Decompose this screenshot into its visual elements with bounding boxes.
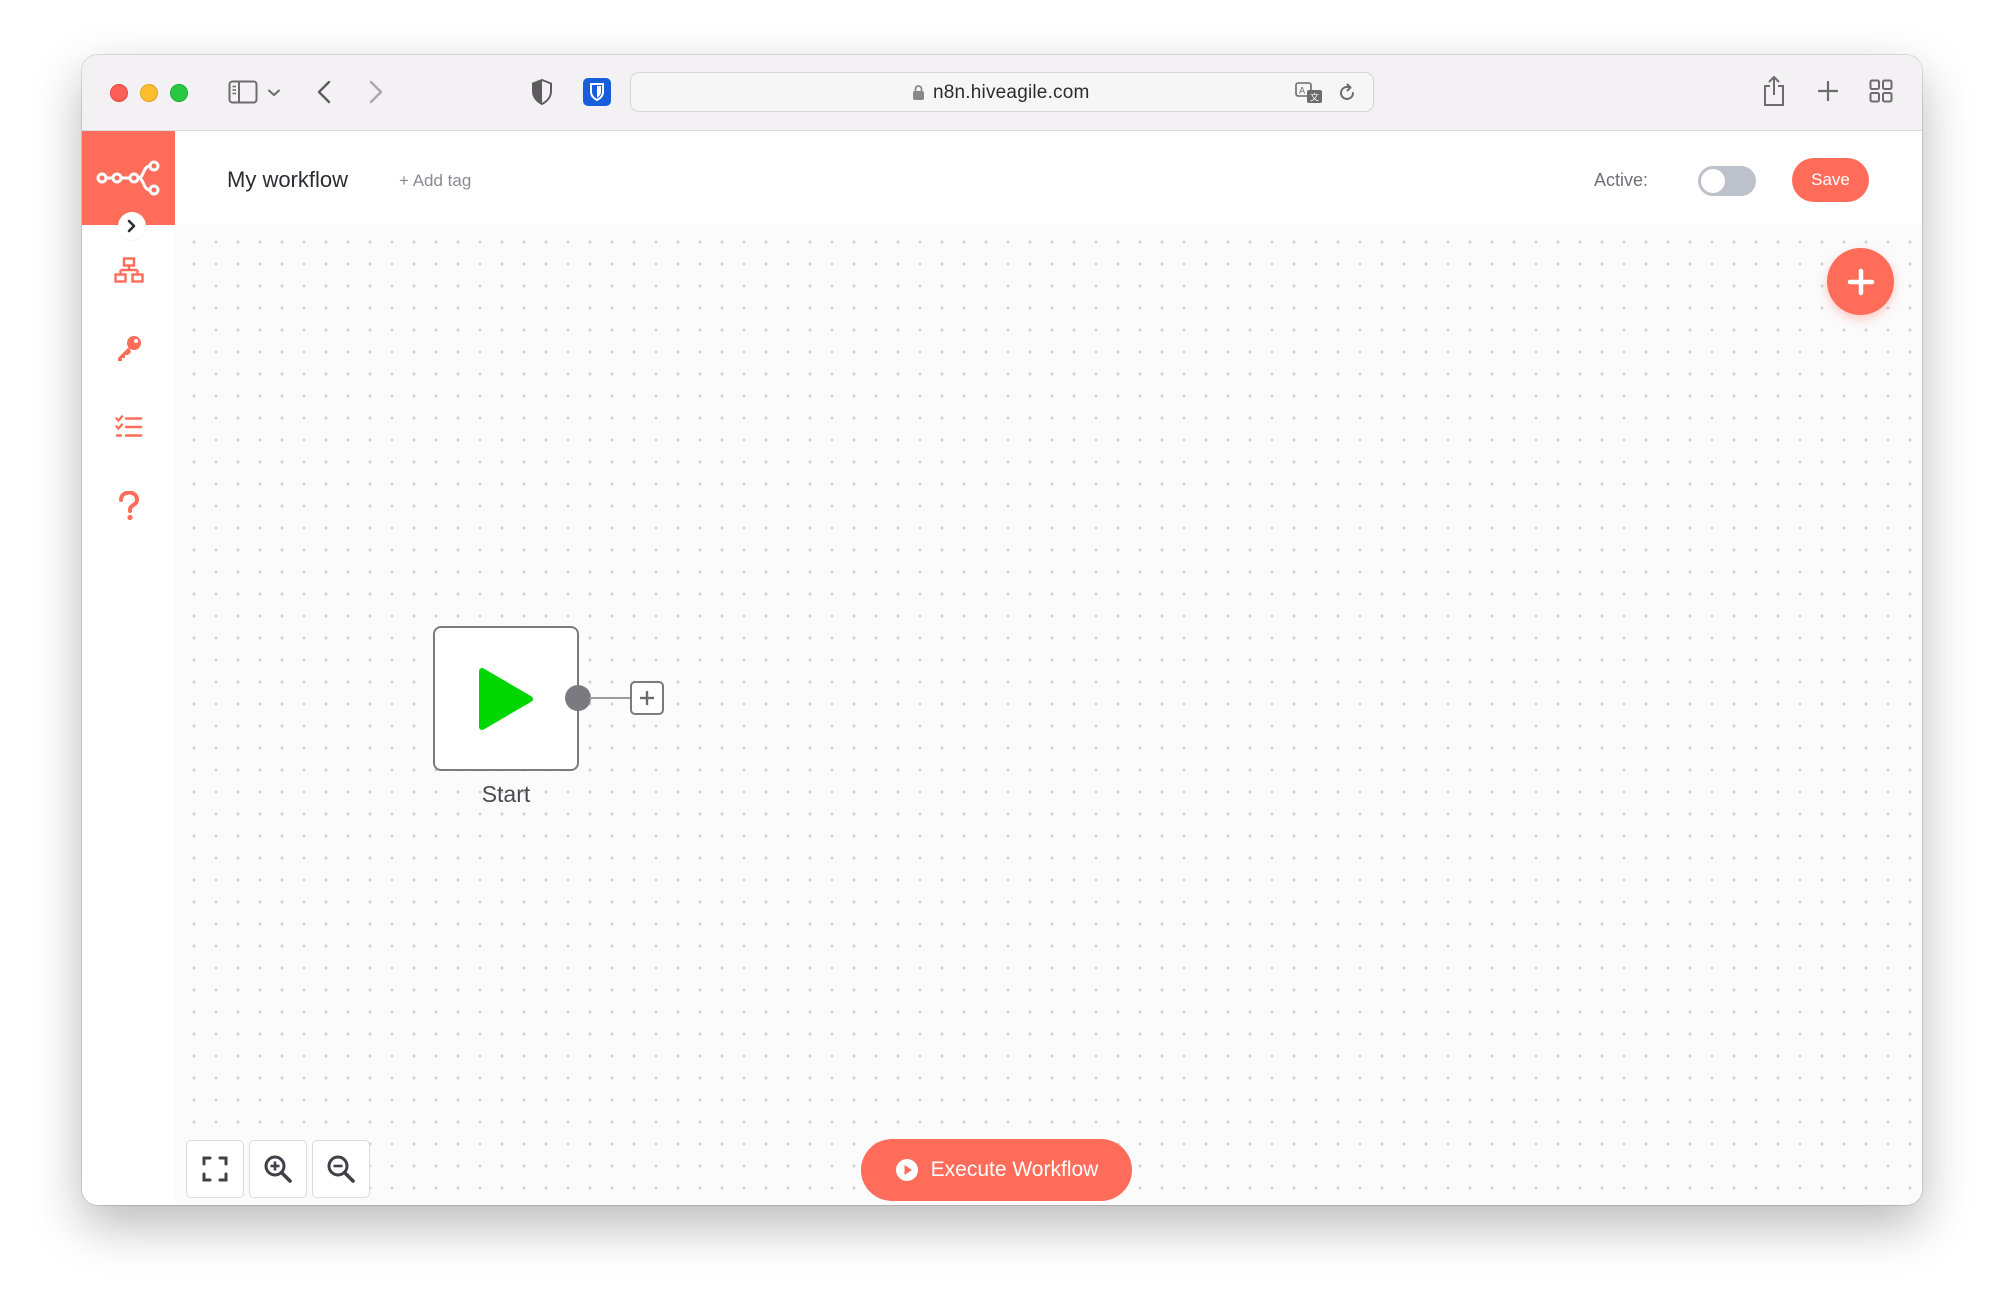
active-label: Active:	[1594, 170, 1649, 190]
save-button[interactable]: Save	[1792, 158, 1869, 202]
execute-workflow-label: Execute Workflow	[930, 1158, 1099, 1181]
main-sidebar	[82, 131, 175, 1205]
url-text: n8n.hiveagile.com	[933, 82, 1090, 103]
sidebar-item-workflows[interactable]	[112, 253, 146, 287]
zoom-in-button[interactable]	[249, 1140, 307, 1198]
n8n-logo[interactable]	[82, 131, 175, 225]
plus-icon	[1847, 268, 1874, 295]
n8n-app: My workflow + Add tag Active: Save Start	[82, 131, 1922, 1205]
zoom-out-icon	[327, 1155, 355, 1183]
zoom-out-button[interactable]	[312, 1140, 370, 1198]
tasks-icon	[115, 415, 143, 437]
sidebar-item-executions[interactable]	[112, 410, 146, 444]
start-node-label: Start	[481, 781, 531, 807]
tab-overview-icon[interactable]	[1867, 77, 1895, 105]
execute-workflow-button[interactable]: Execute Workflow	[861, 1139, 1132, 1201]
chevron-down-icon[interactable]	[266, 85, 282, 101]
svg-text:A: A	[1299, 87, 1306, 97]
fullscreen-icon	[202, 1156, 228, 1182]
back-icon[interactable]	[312, 77, 336, 107]
add-tag-link[interactable]: + Add tag	[399, 171, 471, 191]
new-tab-icon[interactable]	[1814, 77, 1842, 105]
translate-icon[interactable]: A文	[1295, 82, 1323, 109]
privacy-shield-icon[interactable]	[529, 77, 555, 107]
add-node-button[interactable]	[1827, 248, 1894, 315]
workflow-header: My workflow + Add tag Active: Save	[175, 131, 1922, 225]
maximize-window-button[interactable]	[170, 84, 188, 102]
browser-toolbar: n8n.hiveagile.com A文	[82, 55, 1922, 131]
key-icon	[118, 336, 141, 361]
node-output-handle[interactable]	[565, 685, 591, 711]
question-icon	[119, 491, 140, 521]
node-connection-line	[589, 697, 630, 699]
sidebar-item-credentials[interactable]	[112, 331, 146, 365]
play-icon	[479, 667, 533, 730]
chevron-right-icon	[127, 219, 136, 233]
zoom-in-icon	[264, 1155, 292, 1183]
zoom-to-fit-button[interactable]	[186, 1140, 244, 1198]
lock-icon	[912, 84, 925, 106]
minimize-window-button[interactable]	[140, 84, 158, 102]
forward-icon[interactable]	[364, 77, 388, 107]
share-icon[interactable]	[1760, 74, 1788, 108]
play-circle-icon	[895, 1159, 918, 1181]
workflow-title[interactable]: My workflow	[227, 167, 348, 193]
sidebar-item-help[interactable]	[112, 489, 146, 523]
start-node[interactable]	[433, 626, 579, 771]
node-add-next-button[interactable]	[630, 681, 664, 715]
sidebar-toggle-icon[interactable]	[226, 77, 260, 107]
close-window-button[interactable]	[110, 84, 128, 102]
bitwarden-extension-icon[interactable]	[582, 77, 612, 107]
plus-icon	[640, 691, 654, 705]
expand-sidebar-button[interactable]	[118, 212, 146, 240]
address-bar[interactable]: n8n.hiveagile.com A文	[630, 72, 1374, 112]
browser-window: n8n.hiveagile.com A文 My workflow + Add t…	[82, 55, 1922, 1205]
active-toggle[interactable]	[1698, 166, 1756, 196]
svg-text:文: 文	[1310, 92, 1319, 104]
network-icon	[114, 257, 144, 283]
toggle-knob	[1701, 169, 1725, 193]
reload-icon[interactable]	[1337, 83, 1357, 108]
